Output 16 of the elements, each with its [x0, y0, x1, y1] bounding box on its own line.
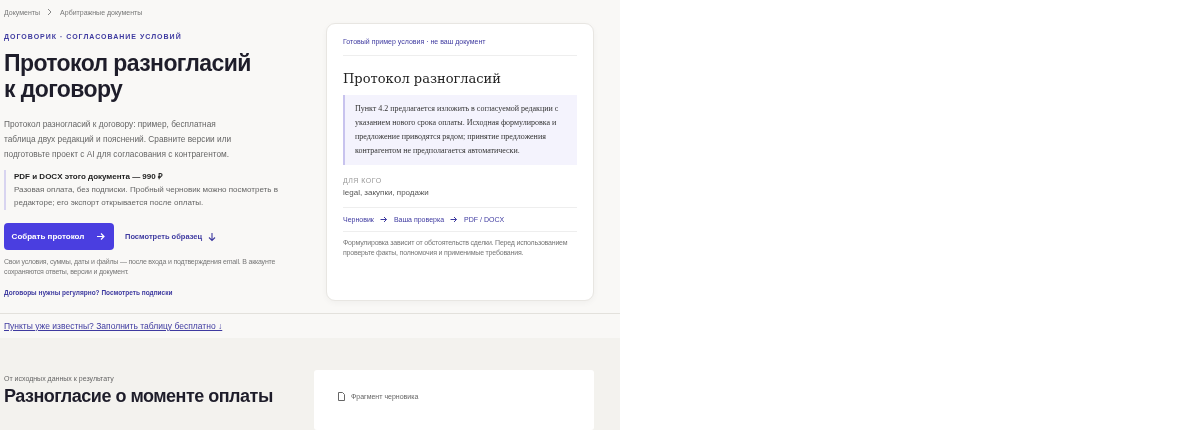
- price-text: Разовая оплата, без подписки. Пробный черновик можно посмотреть в редакторе; его экспорт открывается после оплаты.: [14, 184, 279, 209]
- document-icon: [338, 392, 345, 401]
- clause-quote: Пункт 4.2 предлагается изложить в согласуемой редакции с указанием нового срока оплаты. Исходная формулировка и предложение приводятся рядом; принятие предложения контрагентом не предполагается автоматически.: [343, 95, 577, 165]
- arrow-icon: [96, 232, 107, 241]
- page-title: Протокол разногласий к договору: [4, 50, 252, 102]
- down-arrow-icon: [208, 231, 217, 242]
- fill-table-link[interactable]: Пункты уже известны? Заполнить таблицу бесплатно ↓: [4, 321, 223, 331]
- intro-text: Протокол разногласий к договору: пример, бесплатная таблица двух редакций и пояснений. Сравните версии или подготовьте проект с AI для согласования с контрагентом.: [4, 118, 233, 161]
- arrow-icon: [450, 216, 459, 223]
- arrow-icon: [379, 216, 388, 223]
- section-title: Разногласие о моменте оплаты: [4, 386, 274, 407]
- chevron-icon: [47, 8, 54, 16]
- audience-text: legal, закупки, продажи: [343, 188, 577, 208]
- price-title: PDF и DOCX этого документа — 990 ₽: [14, 171, 164, 183]
- build-protocol-button[interactable]: Собрать протокол: [4, 223, 114, 250]
- card-title: Протокол разногласий: [343, 71, 502, 86]
